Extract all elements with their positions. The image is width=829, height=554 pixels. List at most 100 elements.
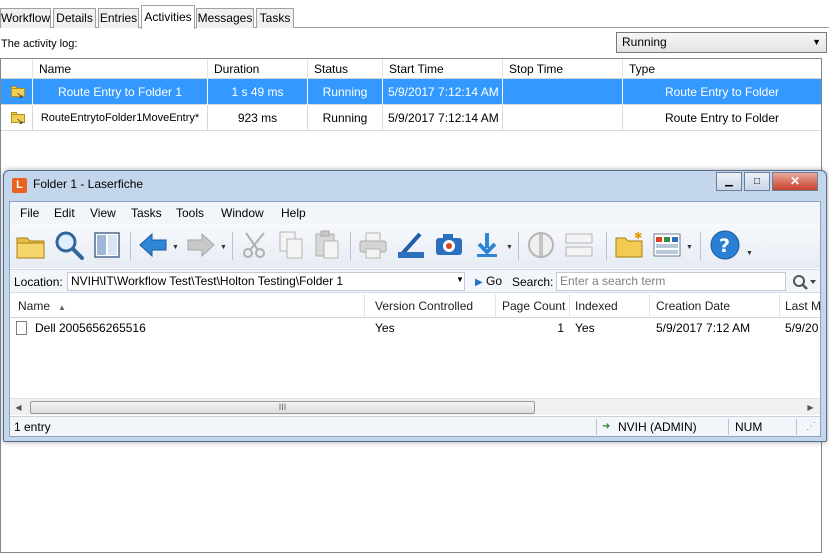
go-button[interactable]: ▶ Go bbox=[475, 274, 502, 288]
icon-column-header[interactable] bbox=[1, 59, 33, 79]
print-icon[interactable] bbox=[356, 228, 390, 262]
svg-text:✱: ✱ bbox=[634, 231, 642, 242]
help-dropdown-icon[interactable]: ▼ bbox=[746, 250, 753, 257]
entry-last-modified: 5/9/20 bbox=[785, 321, 819, 335]
metadata-icon[interactable] bbox=[524, 228, 558, 262]
column-header-name-label: Name bbox=[18, 299, 51, 313]
menu-tasks[interactable]: Tasks bbox=[131, 206, 162, 220]
column-header-page-count[interactable]: Page Count bbox=[496, 294, 570, 318]
help-icon[interactable]: ? bbox=[708, 228, 742, 262]
entry-version-controlled: Yes bbox=[375, 321, 395, 335]
snapshot-icon[interactable] bbox=[432, 228, 466, 262]
forward-arrow-icon[interactable] bbox=[184, 228, 218, 262]
location-bar: Location: NVIH\IT\Workflow Test\Test\Hol… bbox=[10, 269, 820, 293]
search-icon[interactable] bbox=[52, 228, 86, 262]
route-folder-icon: ↘ bbox=[11, 112, 25, 126]
scroll-thumb[interactable]: III bbox=[30, 401, 535, 414]
copy-icon[interactable] bbox=[274, 228, 308, 262]
paste-icon[interactable] bbox=[310, 228, 344, 262]
resize-grip-icon[interactable]: ⋰ bbox=[806, 419, 816, 435]
close-button[interactable]: ✕ bbox=[772, 172, 818, 191]
menu-edit[interactable]: Edit bbox=[54, 206, 75, 220]
status-filter-value: Running bbox=[622, 35, 667, 49]
columns-dropdown-icon[interactable]: ▼ bbox=[686, 244, 693, 251]
list-item[interactable]: Dell 2005656265516 Yes 1 Yes 5/9/2017 7:… bbox=[10, 319, 820, 338]
back-arrow-icon[interactable] bbox=[136, 228, 170, 262]
window-client-area: File Edit View Tasks Tools Window Help ▼ bbox=[9, 201, 821, 437]
import-dropdown-icon[interactable]: ▼ bbox=[506, 244, 513, 251]
status-divider bbox=[728, 419, 729, 435]
menu-window[interactable]: Window bbox=[221, 206, 264, 220]
import-icon[interactable] bbox=[470, 228, 504, 262]
new-folder-icon[interactable]: ✱ bbox=[612, 228, 646, 262]
activity-table-header: Name Duration Status Start Time Stop Tim… bbox=[1, 59, 821, 79]
entry-list-header: Name ▲ Version Controlled Page Count Inde… bbox=[10, 294, 820, 318]
chevron-down-icon: ▼ bbox=[812, 37, 821, 47]
cell-duration: 923 ms bbox=[208, 105, 308, 131]
cell-stop-time bbox=[503, 105, 623, 131]
column-header-type[interactable]: Type bbox=[623, 59, 821, 79]
cell-duration: 1 s 49 ms bbox=[208, 79, 308, 105]
go-label: Go bbox=[486, 274, 503, 288]
column-header-start-time[interactable]: Start Time bbox=[383, 59, 503, 79]
table-row[interactable]: ↘ Route Entry to Folder 1 1 s 49 ms Runn… bbox=[1, 79, 821, 105]
columns-icon[interactable] bbox=[650, 228, 684, 262]
tab-activities[interactable]: Activities bbox=[141, 5, 195, 29]
column-header-stop-time[interactable]: Stop Time bbox=[503, 59, 623, 79]
window-title: Folder 1 - Laserfiche bbox=[33, 177, 144, 191]
column-header-name[interactable]: Name ▲ bbox=[10, 294, 365, 318]
column-header-last-modified[interactable]: Last M bbox=[780, 294, 820, 318]
menu-help[interactable]: Help bbox=[281, 206, 306, 220]
scroll-right-icon[interactable]: ▶ bbox=[802, 399, 819, 416]
entry-creation-date: 5/9/2017 7:12 AM bbox=[656, 321, 751, 335]
row-icon-cell: ↘ bbox=[1, 105, 33, 131]
num-lock-indicator: NUM bbox=[735, 420, 763, 434]
forward-dropdown-icon[interactable]: ▼ bbox=[220, 244, 227, 251]
cell-start-time: 5/9/2017 7:12:14 AM bbox=[383, 79, 503, 105]
scroll-left-icon[interactable]: ◀ bbox=[10, 399, 27, 416]
connection-arrow-icon: ➜ bbox=[602, 421, 611, 432]
location-path-input[interactable]: NVIH\IT\Workflow Test\Test\Holton Testin… bbox=[67, 272, 465, 291]
back-dropdown-icon[interactable]: ▼ bbox=[172, 244, 179, 251]
column-header-name[interactable]: Name bbox=[33, 59, 208, 79]
minimize-button[interactable]: ▁ bbox=[716, 172, 742, 191]
document-icon bbox=[16, 321, 27, 335]
view-toggle-icon[interactable] bbox=[562, 228, 596, 262]
toolbar-separator bbox=[130, 232, 131, 260]
table-row[interactable]: ↘ RouteEntrytoFolder1MoveEntry* 923 ms R… bbox=[1, 105, 821, 131]
column-header-status[interactable]: Status bbox=[308, 59, 383, 79]
horizontal-scrollbar[interactable]: ◀ III ▶ bbox=[10, 398, 820, 415]
search-input[interactable]: Enter a search term bbox=[556, 272, 786, 291]
toolbar-separator bbox=[700, 232, 701, 260]
tab-tasks[interactable]: Tasks bbox=[256, 8, 294, 28]
menu-view[interactable]: View bbox=[90, 206, 116, 220]
tab-strip: Workflow Details Entries Activities Mess… bbox=[0, 0, 829, 29]
column-header-indexed[interactable]: Indexed bbox=[570, 294, 650, 318]
window-titlebar[interactable]: L Folder 1 - Laserfiche ▁ □ ✕ bbox=[4, 171, 826, 199]
column-header-creation-date[interactable]: Creation Date bbox=[650, 294, 780, 318]
menu-tools[interactable]: Tools bbox=[176, 206, 204, 220]
menu-file[interactable]: File bbox=[20, 206, 39, 220]
status-divider bbox=[596, 419, 597, 435]
scan-icon[interactable] bbox=[394, 228, 428, 262]
tab-messages[interactable]: Messages bbox=[196, 8, 254, 28]
status-bar: 1 entry ➜ NVIH (ADMIN) NUM ⋰ bbox=[10, 416, 820, 436]
tab-entries[interactable]: Entries bbox=[98, 8, 139, 28]
column-header-version-controlled[interactable]: Version Controlled bbox=[365, 294, 496, 318]
column-header-duration[interactable]: Duration bbox=[208, 59, 308, 79]
location-dropdown-icon[interactable]: ▼ bbox=[456, 275, 464, 284]
tab-details[interactable]: Details bbox=[53, 8, 96, 28]
cell-status: Running bbox=[308, 79, 383, 105]
tab-workflow[interactable]: Workflow bbox=[0, 8, 51, 28]
status-filter-select[interactable]: Running ▼ bbox=[616, 32, 827, 53]
toolbar: ▼ ▼ ▼ ✱ ▼ ? ▼ bbox=[10, 224, 820, 268]
maximize-button[interactable]: □ bbox=[744, 172, 770, 191]
open-folder-icon[interactable] bbox=[14, 228, 48, 262]
go-arrow-icon: ▶ bbox=[475, 277, 483, 288]
status-divider bbox=[796, 419, 797, 435]
browser-pane-icon[interactable] bbox=[90, 228, 124, 262]
cut-icon[interactable] bbox=[238, 228, 272, 262]
cell-start-time: 5/9/2017 7:12:14 AM bbox=[383, 105, 503, 131]
search-button[interactable] bbox=[791, 273, 817, 291]
laserfiche-logo-icon: L bbox=[12, 178, 27, 193]
